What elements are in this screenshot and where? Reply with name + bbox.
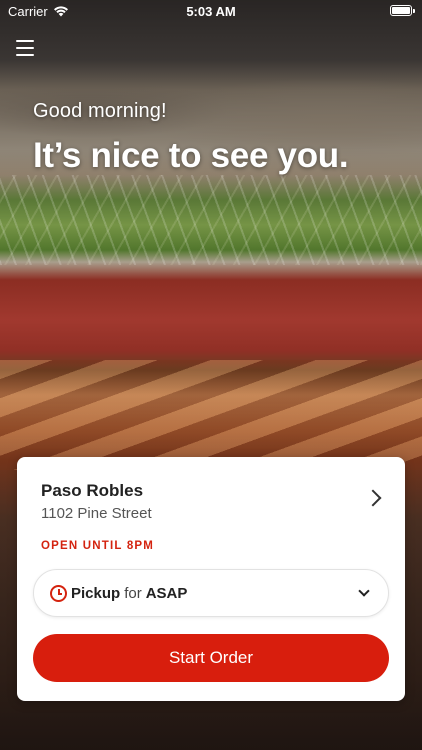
- clock-icon: [50, 584, 67, 602]
- menu-icon-bar: [16, 40, 34, 42]
- menu-icon-bar: [16, 54, 34, 56]
- battery-icon: [390, 5, 415, 16]
- status-bar: Carrier 5:03 AM: [0, 0, 422, 22]
- chevron-right-icon: [364, 489, 382, 507]
- store-details-link[interactable]: Paso Robles 1102 Pine Street: [17, 457, 405, 537]
- store-name: Paso Robles: [41, 481, 144, 500]
- order-time-label: ASAP: [145, 584, 188, 602]
- order-type-summary: Pickup for ASAP: [71, 585, 187, 602]
- chevron-down-icon: [358, 585, 370, 597]
- hero-image-layer-bacon: [0, 360, 422, 470]
- status-time: 5:03 AM: [186, 3, 236, 19]
- menu-icon[interactable]: [16, 40, 34, 56]
- store-address: 1102 Pine Street: [41, 505, 152, 522]
- hero-image-layer-sprouts: [0, 175, 422, 265]
- store-hours-status: OPEN UNTIL 8PM: [41, 540, 155, 552]
- order-mode-label: Pickup: [71, 584, 121, 602]
- headline-text: It’s nice to see you.: [33, 136, 349, 175]
- order-connector-label: for: [124, 584, 142, 602]
- store-card: Paso Robles 1102 Pine Street OPEN UNTIL …: [17, 457, 405, 701]
- menu-icon-bar: [16, 47, 34, 49]
- greeting-text: Good morning!: [33, 100, 167, 122]
- start-order-button[interactable]: Start Order: [33, 634, 389, 682]
- order-type-select[interactable]: Pickup for ASAP: [33, 569, 389, 617]
